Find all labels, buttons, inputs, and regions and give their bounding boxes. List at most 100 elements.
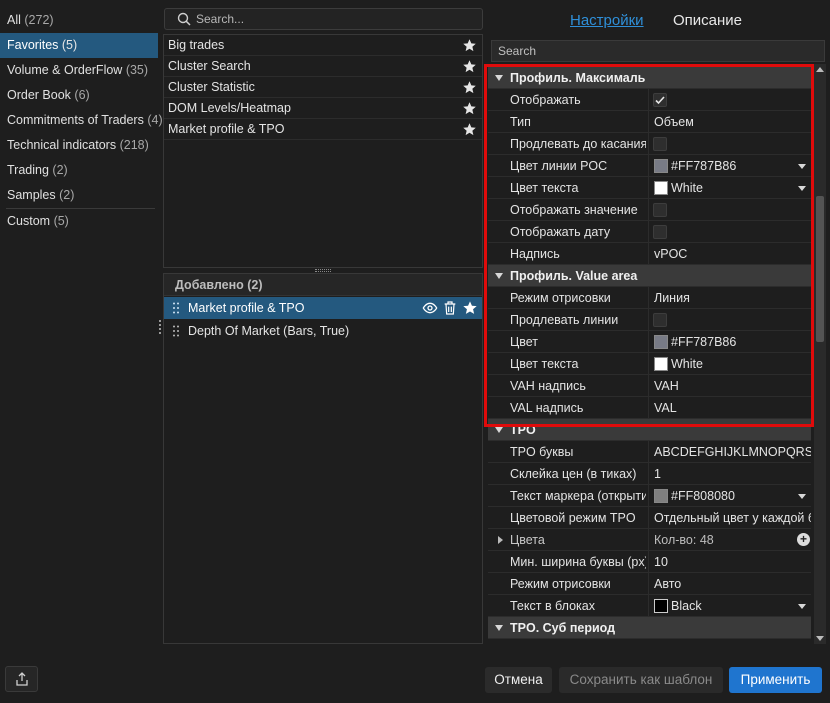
scroll-down-icon[interactable] [816,636,824,641]
collapse-icon[interactable] [495,625,503,631]
category-commitments-of-traders[interactable]: Commitments of Traders (4) [0,108,163,133]
indicator-label: DOM Levels/Heatmap [168,101,291,115]
added-header: Добавлено (2) [164,274,482,296]
color-picker[interactable]: #FF808080 [648,485,811,506]
star-icon[interactable] [462,38,477,53]
prop-value[interactable]: Отдельный цвет у каждой буквы [648,507,811,528]
search-input[interactable] [196,10,476,28]
star-icon[interactable] [462,300,478,316]
added-item-depth-of-market[interactable]: Depth Of Market (Bars, True) [164,320,482,342]
collapse-icon[interactable] [495,427,503,433]
prop-value [648,199,811,220]
prop-label: Текст маркера (открытия) [510,489,646,503]
prop-value[interactable]: vPOC [648,243,811,264]
prop-row: Цветовой режим TPO Отдельный цвет у каждо… [488,507,811,529]
category-samples[interactable]: Samples (2) [0,183,158,208]
prop-value[interactable]: VAH [648,375,811,396]
color-picker[interactable]: Black [648,595,811,616]
color-value: White [671,181,703,195]
section-title: TPO [510,423,536,437]
chevron-down-icon[interactable] [798,164,806,169]
color-picker[interactable]: White [648,353,811,374]
added-item-market-profile[interactable]: Market profile & TPO [164,297,482,319]
section-header[interactable]: Профиль. Value area [488,265,811,287]
show-value-checkbox[interactable] [653,203,667,217]
section-header[interactable]: Профиль. Максимальный уровень [488,67,811,89]
category-count: (2) [59,188,75,202]
section-header[interactable]: TPO [488,419,811,441]
collapse-icon[interactable] [495,273,503,279]
prop-value [648,221,811,242]
prop-value[interactable]: 1 [648,463,811,484]
star-icon[interactable] [462,122,477,137]
eye-icon[interactable] [422,300,438,316]
drag-grip-icon[interactable] [173,325,179,337]
category-custom[interactable]: Custom (5) [0,209,158,234]
category-volume-orderflow[interactable]: Volume & OrderFlow (35) [0,58,158,83]
extend-lines-checkbox[interactable] [653,313,667,327]
prop-value[interactable]: Авто [648,573,811,594]
prop-value[interactable]: VAL [648,397,811,418]
prop-value[interactable]: Объем [648,111,811,132]
category-label: All [7,13,21,27]
scroll-thumb[interactable] [816,196,824,342]
show-checkbox[interactable] [653,93,667,107]
tab-settings[interactable]: Настройки [570,12,644,29]
category-technical-indicators[interactable]: Technical indicators (218) [0,133,158,158]
prop-value[interactable]: ABCDEFGHIJKLMNOPQRSTUVWXYZ [648,441,811,462]
export-button[interactable] [5,666,38,692]
prop-label: Продлевать линии [510,313,619,327]
list-item[interactable]: Market profile & TPO [164,119,482,140]
properties-search-input[interactable] [492,41,824,61]
tab-description[interactable]: Описание [673,12,742,29]
star-icon[interactable] [462,59,477,74]
prop-row: Текст в блоках Black [488,595,811,617]
prop-row: Цвет текста White [488,177,811,199]
prop-row: Мин. ширина буквы (px) 10 [488,551,811,573]
section-header[interactable]: TPO. Суб период [488,617,811,639]
prop-row-collection[interactable]: Цвета Кол-во: 48 + [488,529,811,551]
add-icon[interactable]: + [797,533,810,546]
properties-scrollbar[interactable] [814,64,826,644]
chevron-down-icon[interactable] [798,604,806,609]
collapse-icon[interactable] [495,75,503,81]
cancel-button[interactable]: Отмена [485,667,552,693]
category-label: Custom [7,214,51,228]
list-item[interactable]: Big trades [164,35,482,56]
prop-value[interactable]: 10 [648,551,811,572]
scroll-up-icon[interactable] [816,67,824,72]
star-icon[interactable] [462,101,477,116]
sidebar-resize-handle[interactable] [159,320,161,334]
category-count: (5) [53,214,69,228]
expand-icon[interactable] [498,536,503,544]
category-favorites[interactable]: Favorites (5) [0,33,158,58]
list-item[interactable]: Cluster Statistic [164,77,482,98]
category-trading[interactable]: Trading (2) [0,158,158,183]
trash-icon[interactable] [442,300,458,316]
prop-label: Тип [510,115,531,129]
prop-row: Тип Объем [488,111,811,133]
star-icon[interactable] [462,80,477,95]
prop-value[interactable]: Линия [648,287,811,308]
category-all[interactable]: All (272) [0,8,158,33]
color-picker[interactable]: #FF787B86 [648,155,811,176]
list-item[interactable]: Cluster Search [164,56,482,77]
prop-label: Цвет [510,335,539,349]
color-picker[interactable]: #FF787B86 [648,331,811,352]
save-template-button[interactable]: Сохранить как шаблон [559,667,723,693]
chevron-down-icon[interactable] [798,186,806,191]
panel-resize-handle[interactable] [315,269,331,272]
category-count: (218) [119,138,149,152]
prop-label: Отображать значение [510,203,638,217]
show-date-checkbox[interactable] [653,225,667,239]
category-count: (4) [147,113,163,127]
category-order-book[interactable]: Order Book (6) [0,83,158,108]
color-picker[interactable]: White [648,177,811,198]
category-label: Technical indicators [7,138,117,152]
apply-button[interactable]: Применить [729,667,822,693]
drag-grip-icon[interactable] [173,302,179,314]
chevron-down-icon[interactable] [798,494,806,499]
section-title: Профиль. Максимальный уровень [510,71,646,85]
extend-checkbox[interactable] [653,137,667,151]
list-item[interactable]: DOM Levels/Heatmap [164,98,482,119]
